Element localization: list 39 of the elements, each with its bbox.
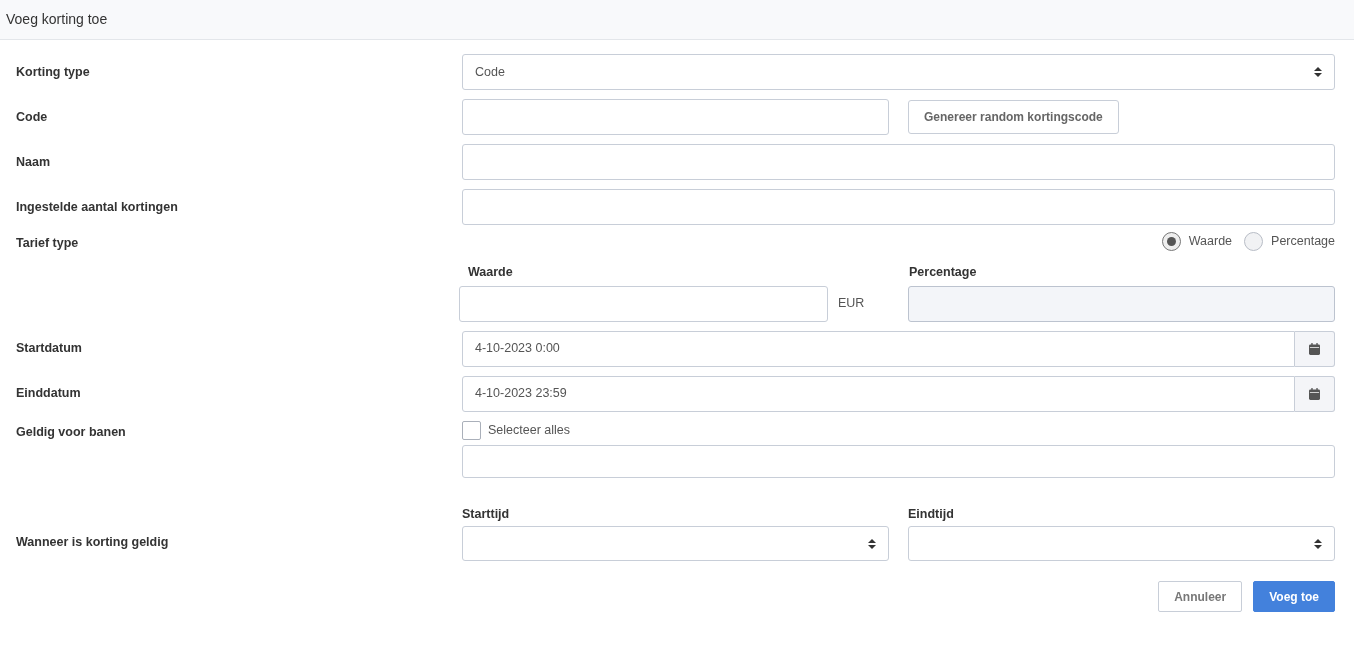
input-field[interactable] bbox=[462, 189, 1335, 225]
field-label: Starttijd bbox=[462, 505, 511, 523]
field-label: Korting type bbox=[16, 63, 91, 81]
field-label: Tarief type bbox=[16, 235, 80, 252]
sort-caret-icon bbox=[868, 538, 876, 549]
calendar-icon[interactable] bbox=[1308, 342, 1320, 355]
field-label: Ingestelde aantal kortingen bbox=[16, 198, 179, 216]
input-field[interactable] bbox=[462, 99, 889, 135]
field-label: Geldig voor banen bbox=[16, 423, 127, 441]
date-field[interactable]: 4-10-2023 23:59 bbox=[462, 375, 1295, 412]
submit-button[interactable]: Voeg toe bbox=[1253, 581, 1335, 613]
select-field[interactable] bbox=[908, 526, 1335, 562]
sort-caret-icon bbox=[1314, 67, 1322, 77]
field-label: Naam bbox=[16, 153, 52, 171]
input-field[interactable] bbox=[459, 285, 828, 322]
select-field[interactable]: Code bbox=[462, 54, 1335, 90]
select-field[interactable] bbox=[462, 526, 889, 562]
field-label: Code bbox=[16, 108, 49, 126]
calendar-icon[interactable] bbox=[1308, 387, 1320, 400]
radio-button[interactable] bbox=[1161, 232, 1181, 251]
field-label: Wanneer is korting geldig bbox=[16, 533, 170, 551]
generate-code-button[interactable]: Genereer random kortingscode bbox=[908, 100, 1119, 134]
field-label: Waarde bbox=[468, 263, 514, 281]
checkbox-label[interactable]: Selecteer alles bbox=[488, 420, 570, 440]
unit-label: EUR bbox=[838, 295, 865, 313]
radio-label[interactable]: Percentage bbox=[1271, 232, 1335, 251]
date-field[interactable]: 4-10-2023 0:00 bbox=[462, 330, 1295, 367]
input-field[interactable] bbox=[462, 144, 1335, 180]
cancel-button[interactable]: Annuleer bbox=[1158, 581, 1243, 613]
radio-label[interactable]: Waarde bbox=[1188, 232, 1233, 251]
field-label: Percentage bbox=[909, 263, 978, 281]
field-label: Einddatum bbox=[16, 385, 82, 403]
checkbox[interactable] bbox=[462, 420, 481, 440]
dialog-title: Voeg korting toe bbox=[6, 10, 108, 29]
sort-caret-icon bbox=[1314, 538, 1322, 549]
radio-button[interactable] bbox=[1244, 232, 1264, 251]
input-field[interactable] bbox=[462, 444, 1335, 478]
field-label: Eindtijd bbox=[908, 505, 955, 523]
field-label: Startdatum bbox=[16, 340, 83, 358]
